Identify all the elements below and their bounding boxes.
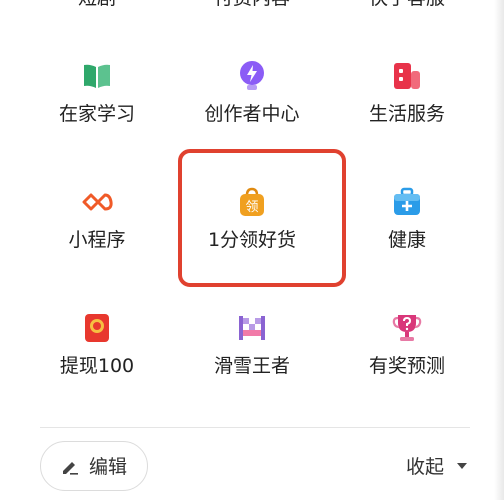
open-book-icon [84, 64, 110, 88]
grid-item-label: 在家学习 [58, 103, 135, 125]
highlight-frame [178, 149, 346, 287]
collapse-button-label: 收起 [406, 456, 445, 478]
service-grid-panel: 短剧 付费内容 快手客服 在家学习 创作者中心 生活服务 小程序 [0, 0, 504, 500]
grid-item-label: 生活服务 [368, 103, 445, 125]
grid-item-label-top-3[interactable]: 快手客服 [332, 0, 482, 10]
edit-button[interactable]: 编辑 [40, 441, 148, 491]
caret-down-icon [457, 463, 467, 469]
shop-bags-icon [394, 63, 420, 89]
grid-item-label: 滑雪王者 [213, 355, 290, 377]
footer-divider [40, 427, 470, 428]
mini-program-loop-icon [82, 193, 113, 211]
grid-item-label: 创作者中心 [204, 103, 300, 125]
grid-item-prize-prediction[interactable]: 有奖预测 [332, 312, 482, 422]
grid-item-label: 有奖预测 [368, 355, 445, 377]
grid-item-life-services[interactable]: 生活服务 [332, 60, 482, 170]
grid-item-ski-king[interactable]: 滑雪王者 [177, 312, 327, 422]
trophy-question-icon [392, 315, 422, 341]
grid-item-label-top-2[interactable]: 付费内容 [177, 0, 327, 10]
lightning-bulb-icon [240, 61, 264, 90]
ski-flag-icon [239, 316, 265, 340]
grid-item-label: 小程序 [68, 229, 126, 251]
grid-item-study-at-home[interactable]: 在家学习 [22, 60, 172, 170]
grid-item-label: 健康 [387, 229, 426, 251]
edit-button-label: 编辑 [89, 456, 128, 478]
grid-item-label: 提现100 [59, 355, 135, 377]
panel-edge-shadow [494, 0, 504, 500]
pencil-icon [63, 462, 78, 475]
grid-item-withdraw-100[interactable]: 提现100 [22, 312, 172, 422]
grid-item-mini-programs[interactable]: 小程序 [22, 186, 172, 296]
medical-kit-icon [394, 187, 420, 215]
red-envelope-icon [85, 314, 109, 342]
grid-item-health[interactable]: 健康 [332, 186, 482, 296]
grid-item-label-top-1[interactable]: 短剧 [22, 0, 172, 10]
